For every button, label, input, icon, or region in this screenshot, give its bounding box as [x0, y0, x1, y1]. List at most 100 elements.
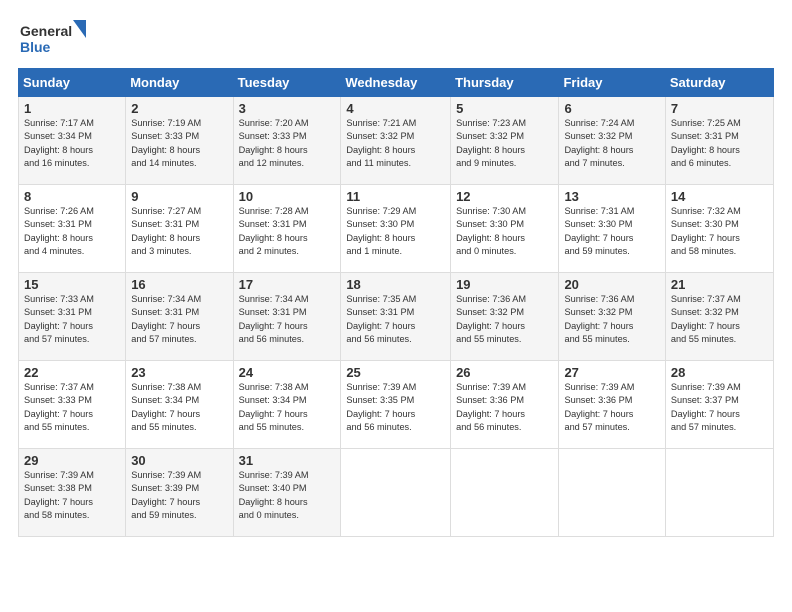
- day-number: 4: [346, 101, 446, 116]
- calendar-cell: 17Sunrise: 7:34 AMSunset: 3:31 PMDayligh…: [233, 273, 341, 361]
- calendar-cell: [341, 449, 451, 537]
- calendar-cell: 11Sunrise: 7:29 AMSunset: 3:30 PMDayligh…: [341, 185, 451, 273]
- day-number: 12: [456, 189, 554, 204]
- cell-info: Sunrise: 7:39 AMSunset: 3:35 PMDaylight:…: [346, 381, 446, 434]
- calendar-cell: 30Sunrise: 7:39 AMSunset: 3:39 PMDayligh…: [126, 449, 233, 537]
- cell-info: Sunrise: 7:23 AMSunset: 3:32 PMDaylight:…: [456, 117, 554, 170]
- day-number: 13: [564, 189, 660, 204]
- logo: GeneralBlue: [18, 18, 88, 58]
- cell-info: Sunrise: 7:28 AMSunset: 3:31 PMDaylight:…: [239, 205, 337, 258]
- day-number: 29: [24, 453, 121, 468]
- weekday-tuesday: Tuesday: [233, 69, 341, 97]
- calendar-cell: 13Sunrise: 7:31 AMSunset: 3:30 PMDayligh…: [559, 185, 665, 273]
- day-number: 10: [239, 189, 337, 204]
- day-number: 2: [131, 101, 228, 116]
- cell-info: Sunrise: 7:17 AMSunset: 3:34 PMDaylight:…: [24, 117, 121, 170]
- calendar-cell: 25Sunrise: 7:39 AMSunset: 3:35 PMDayligh…: [341, 361, 451, 449]
- day-number: 15: [24, 277, 121, 292]
- day-number: 30: [131, 453, 228, 468]
- header: GeneralBlue: [18, 18, 774, 58]
- cell-info: Sunrise: 7:38 AMSunset: 3:34 PMDaylight:…: [239, 381, 337, 434]
- day-number: 20: [564, 277, 660, 292]
- page: GeneralBlue SundayMondayTuesdayWednesday…: [0, 0, 792, 547]
- calendar-cell: 6Sunrise: 7:24 AMSunset: 3:32 PMDaylight…: [559, 97, 665, 185]
- cell-info: Sunrise: 7:38 AMSunset: 3:34 PMDaylight:…: [131, 381, 228, 434]
- calendar-cell: 1Sunrise: 7:17 AMSunset: 3:34 PMDaylight…: [19, 97, 126, 185]
- cell-info: Sunrise: 7:37 AMSunset: 3:32 PMDaylight:…: [671, 293, 769, 346]
- cell-info: Sunrise: 7:39 AMSunset: 3:38 PMDaylight:…: [24, 469, 121, 522]
- day-number: 28: [671, 365, 769, 380]
- cell-info: Sunrise: 7:29 AMSunset: 3:30 PMDaylight:…: [346, 205, 446, 258]
- calendar-cell: [559, 449, 665, 537]
- cell-info: Sunrise: 7:34 AMSunset: 3:31 PMDaylight:…: [131, 293, 228, 346]
- calendar-cell: 14Sunrise: 7:32 AMSunset: 3:30 PMDayligh…: [665, 185, 773, 273]
- cell-info: Sunrise: 7:39 AMSunset: 3:40 PMDaylight:…: [239, 469, 337, 522]
- day-number: 17: [239, 277, 337, 292]
- cell-info: Sunrise: 7:31 AMSunset: 3:30 PMDaylight:…: [564, 205, 660, 258]
- calendar-cell: 9Sunrise: 7:27 AMSunset: 3:31 PMDaylight…: [126, 185, 233, 273]
- day-number: 5: [456, 101, 554, 116]
- cell-info: Sunrise: 7:30 AMSunset: 3:30 PMDaylight:…: [456, 205, 554, 258]
- cell-info: Sunrise: 7:35 AMSunset: 3:31 PMDaylight:…: [346, 293, 446, 346]
- calendar-cell: 31Sunrise: 7:39 AMSunset: 3:40 PMDayligh…: [233, 449, 341, 537]
- calendar-week-5: 29Sunrise: 7:39 AMSunset: 3:38 PMDayligh…: [19, 449, 774, 537]
- day-number: 27: [564, 365, 660, 380]
- cell-info: Sunrise: 7:20 AMSunset: 3:33 PMDaylight:…: [239, 117, 337, 170]
- day-number: 25: [346, 365, 446, 380]
- day-number: 24: [239, 365, 337, 380]
- weekday-monday: Monday: [126, 69, 233, 97]
- day-number: 1: [24, 101, 121, 116]
- day-number: 6: [564, 101, 660, 116]
- day-number: 3: [239, 101, 337, 116]
- day-number: 16: [131, 277, 228, 292]
- cell-info: Sunrise: 7:39 AMSunset: 3:39 PMDaylight:…: [131, 469, 228, 522]
- calendar-cell: 22Sunrise: 7:37 AMSunset: 3:33 PMDayligh…: [19, 361, 126, 449]
- day-number: 22: [24, 365, 121, 380]
- cell-info: Sunrise: 7:33 AMSunset: 3:31 PMDaylight:…: [24, 293, 121, 346]
- calendar-cell: 26Sunrise: 7:39 AMSunset: 3:36 PMDayligh…: [451, 361, 559, 449]
- day-number: 26: [456, 365, 554, 380]
- svg-text:Blue: Blue: [20, 39, 51, 55]
- day-number: 11: [346, 189, 446, 204]
- calendar-cell: 18Sunrise: 7:35 AMSunset: 3:31 PMDayligh…: [341, 273, 451, 361]
- cell-info: Sunrise: 7:39 AMSunset: 3:36 PMDaylight:…: [564, 381, 660, 434]
- calendar-cell: 10Sunrise: 7:28 AMSunset: 3:31 PMDayligh…: [233, 185, 341, 273]
- svg-text:General: General: [20, 23, 72, 39]
- calendar-cell: 2Sunrise: 7:19 AMSunset: 3:33 PMDaylight…: [126, 97, 233, 185]
- weekday-header-row: SundayMondayTuesdayWednesdayThursdayFrid…: [19, 69, 774, 97]
- cell-info: Sunrise: 7:24 AMSunset: 3:32 PMDaylight:…: [564, 117, 660, 170]
- cell-info: Sunrise: 7:26 AMSunset: 3:31 PMDaylight:…: [24, 205, 121, 258]
- cell-info: Sunrise: 7:39 AMSunset: 3:36 PMDaylight:…: [456, 381, 554, 434]
- calendar-cell: 7Sunrise: 7:25 AMSunset: 3:31 PMDaylight…: [665, 97, 773, 185]
- calendar-cell: 8Sunrise: 7:26 AMSunset: 3:31 PMDaylight…: [19, 185, 126, 273]
- calendar-cell: 21Sunrise: 7:37 AMSunset: 3:32 PMDayligh…: [665, 273, 773, 361]
- weekday-friday: Friday: [559, 69, 665, 97]
- calendar-cell: 5Sunrise: 7:23 AMSunset: 3:32 PMDaylight…: [451, 97, 559, 185]
- calendar-week-2: 8Sunrise: 7:26 AMSunset: 3:31 PMDaylight…: [19, 185, 774, 273]
- calendar-cell: 19Sunrise: 7:36 AMSunset: 3:32 PMDayligh…: [451, 273, 559, 361]
- calendar-cell: 29Sunrise: 7:39 AMSunset: 3:38 PMDayligh…: [19, 449, 126, 537]
- calendar-cell: 4Sunrise: 7:21 AMSunset: 3:32 PMDaylight…: [341, 97, 451, 185]
- day-number: 18: [346, 277, 446, 292]
- weekday-saturday: Saturday: [665, 69, 773, 97]
- day-number: 21: [671, 277, 769, 292]
- calendar-cell: 28Sunrise: 7:39 AMSunset: 3:37 PMDayligh…: [665, 361, 773, 449]
- day-number: 31: [239, 453, 337, 468]
- weekday-wednesday: Wednesday: [341, 69, 451, 97]
- weekday-sunday: Sunday: [19, 69, 126, 97]
- calendar-cell: 15Sunrise: 7:33 AMSunset: 3:31 PMDayligh…: [19, 273, 126, 361]
- cell-info: Sunrise: 7:34 AMSunset: 3:31 PMDaylight:…: [239, 293, 337, 346]
- cell-info: Sunrise: 7:21 AMSunset: 3:32 PMDaylight:…: [346, 117, 446, 170]
- logo-svg: GeneralBlue: [18, 18, 88, 58]
- calendar-cell: 24Sunrise: 7:38 AMSunset: 3:34 PMDayligh…: [233, 361, 341, 449]
- calendar-cell: 27Sunrise: 7:39 AMSunset: 3:36 PMDayligh…: [559, 361, 665, 449]
- calendar-cell: [451, 449, 559, 537]
- calendar-table: SundayMondayTuesdayWednesdayThursdayFrid…: [18, 68, 774, 537]
- calendar-cell: [665, 449, 773, 537]
- calendar-week-1: 1Sunrise: 7:17 AMSunset: 3:34 PMDaylight…: [19, 97, 774, 185]
- day-number: 9: [131, 189, 228, 204]
- cell-info: Sunrise: 7:27 AMSunset: 3:31 PMDaylight:…: [131, 205, 228, 258]
- weekday-thursday: Thursday: [451, 69, 559, 97]
- day-number: 14: [671, 189, 769, 204]
- calendar-week-3: 15Sunrise: 7:33 AMSunset: 3:31 PMDayligh…: [19, 273, 774, 361]
